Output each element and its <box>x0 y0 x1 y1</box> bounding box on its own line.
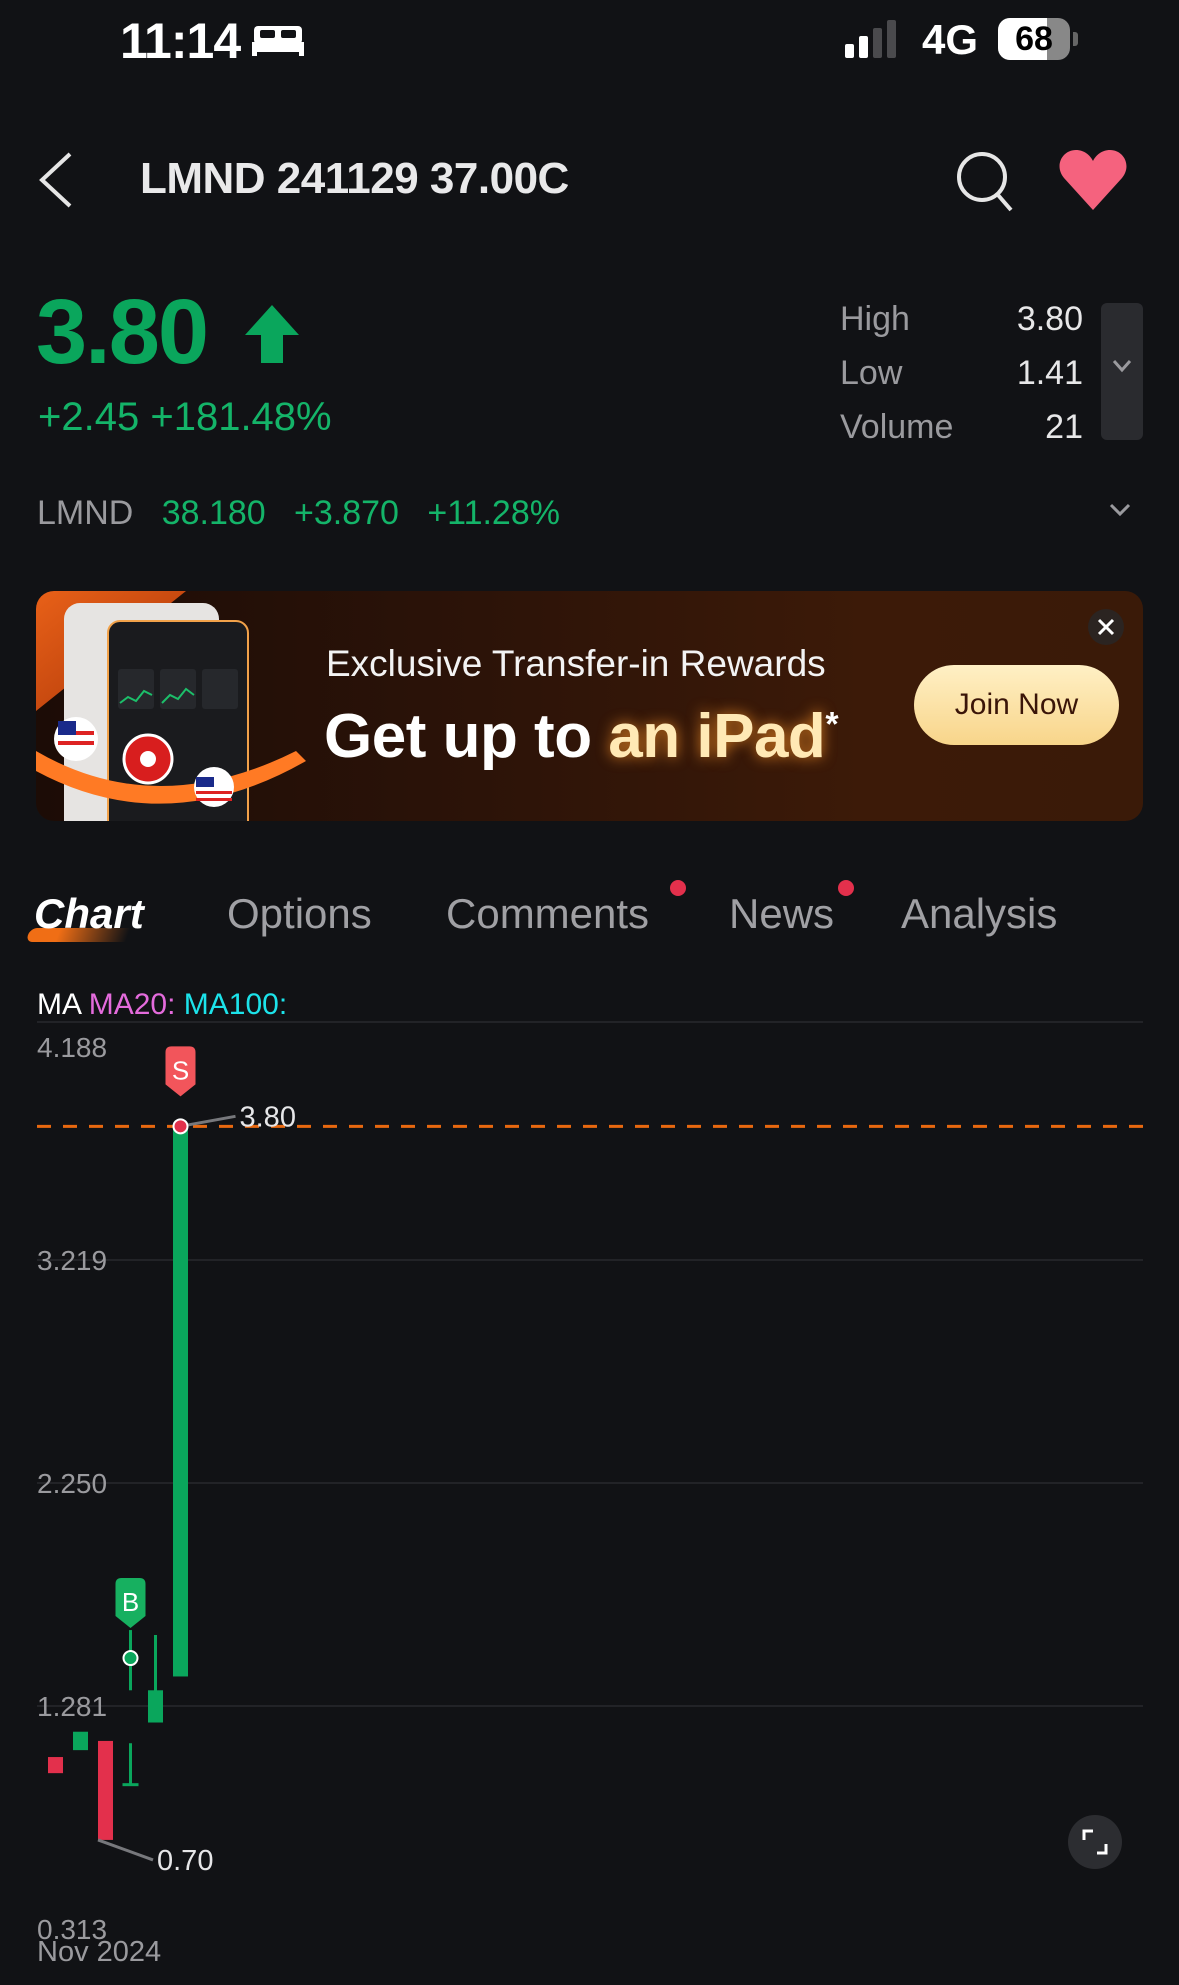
price-change: +2.45 +181.48% <box>38 395 332 439</box>
y-tick-label: 2.250 <box>37 1468 107 1499</box>
join-now-button[interactable]: Join Now <box>914 665 1119 745</box>
buy-tag-label: B <box>122 1587 139 1617</box>
candlestick-chart[interactable]: 4.1883.2192.2501.2810.313 3.800.70 BS <box>0 1020 1179 1940</box>
ma-label: MA <box>37 988 81 1021</box>
banner-headline: Get up to an iPad* <box>324 702 839 771</box>
underlying-symbol: LMND <box>37 494 134 532</box>
price-annotation: 3.80 <box>240 1101 296 1133</box>
arrow-up-icon <box>243 305 301 370</box>
candle-body <box>48 1757 63 1774</box>
status-time: 11:14 <box>120 13 241 69</box>
search-icon[interactable] <box>955 150 1015 217</box>
tab-news[interactable]: News <box>729 890 834 938</box>
candle-body <box>173 1126 188 1677</box>
expand-icon <box>1082 1829 1108 1855</box>
y-tick-label: 4.188 <box>37 1032 107 1063</box>
underlying-quote[interactable]: LMND 38.180 +3.870 +11.28% <box>37 494 560 533</box>
tab-comments[interactable]: Comments <box>446 890 649 938</box>
ma100-label: MA100: <box>183 988 288 1021</box>
bed-icon <box>252 24 304 61</box>
chevron-down-icon[interactable] <box>1108 502 1132 523</box>
close-banner-button[interactable] <box>1088 609 1124 645</box>
buy-marker-dot <box>122 1650 139 1667</box>
last-price: 3.80 <box>36 281 209 383</box>
battery-icon: 68 <box>998 18 1070 60</box>
x-axis-label: Nov 2024 <box>37 1936 162 1968</box>
chevron-down-icon <box>1112 360 1132 373</box>
battery-nub <box>1073 32 1078 46</box>
ipad-promo-image <box>36 591 306 821</box>
news-badge-dot <box>838 880 854 896</box>
underlying-change: +3.870 <box>294 494 399 532</box>
candle-body <box>98 1740 113 1840</box>
y-tick-label: 3.219 <box>37 1245 107 1276</box>
stat-label-high: High <box>840 300 910 338</box>
stat-label-volume: Volume <box>840 408 954 446</box>
tab-analysis[interactable]: Analysis <box>901 890 1057 938</box>
signal-icon <box>845 20 905 65</box>
annotation-leader <box>97 1838 154 1862</box>
heart-icon[interactable] <box>1058 150 1128 217</box>
stats-expand-button[interactable] <box>1101 303 1143 440</box>
banner-subtitle: Exclusive Transfer-in Rewards <box>326 643 826 684</box>
close-icon <box>1097 618 1115 636</box>
ma-legend: MA MA20: MA100: <box>37 988 287 1022</box>
stat-value-high: 3.80 <box>1016 300 1083 338</box>
candle-body <box>148 1690 163 1723</box>
tab-options[interactable]: Options <box>227 890 372 938</box>
fullscreen-button[interactable] <box>1068 1815 1122 1869</box>
ma20-label: MA20: <box>88 988 176 1021</box>
stat-value-volume: 21 <box>1045 408 1083 446</box>
promo-banner[interactable]: Exclusive Transfer-in Rewards Get up to … <box>36 591 1143 821</box>
y-tick-label: 1.281 <box>37 1691 107 1722</box>
stat-label-low: Low <box>840 354 903 392</box>
underlying-price: 38.180 <box>161 494 266 532</box>
sell-marker-dot <box>172 1118 189 1135</box>
sell-tag-label: S <box>172 1055 189 1085</box>
network-type: 4G <box>922 16 979 63</box>
tab-chart[interactable]: Chart <box>34 890 144 938</box>
page-title: LMND 241129 37.00C <box>140 154 569 203</box>
candle-body <box>73 1731 88 1751</box>
price-annotation: 0.70 <box>157 1845 213 1877</box>
comments-badge-dot <box>670 880 686 896</box>
underlying-change-pct: +11.28% <box>427 494 560 532</box>
back-icon[interactable] <box>36 150 76 215</box>
stat-value-low: 1.41 <box>1016 354 1083 392</box>
